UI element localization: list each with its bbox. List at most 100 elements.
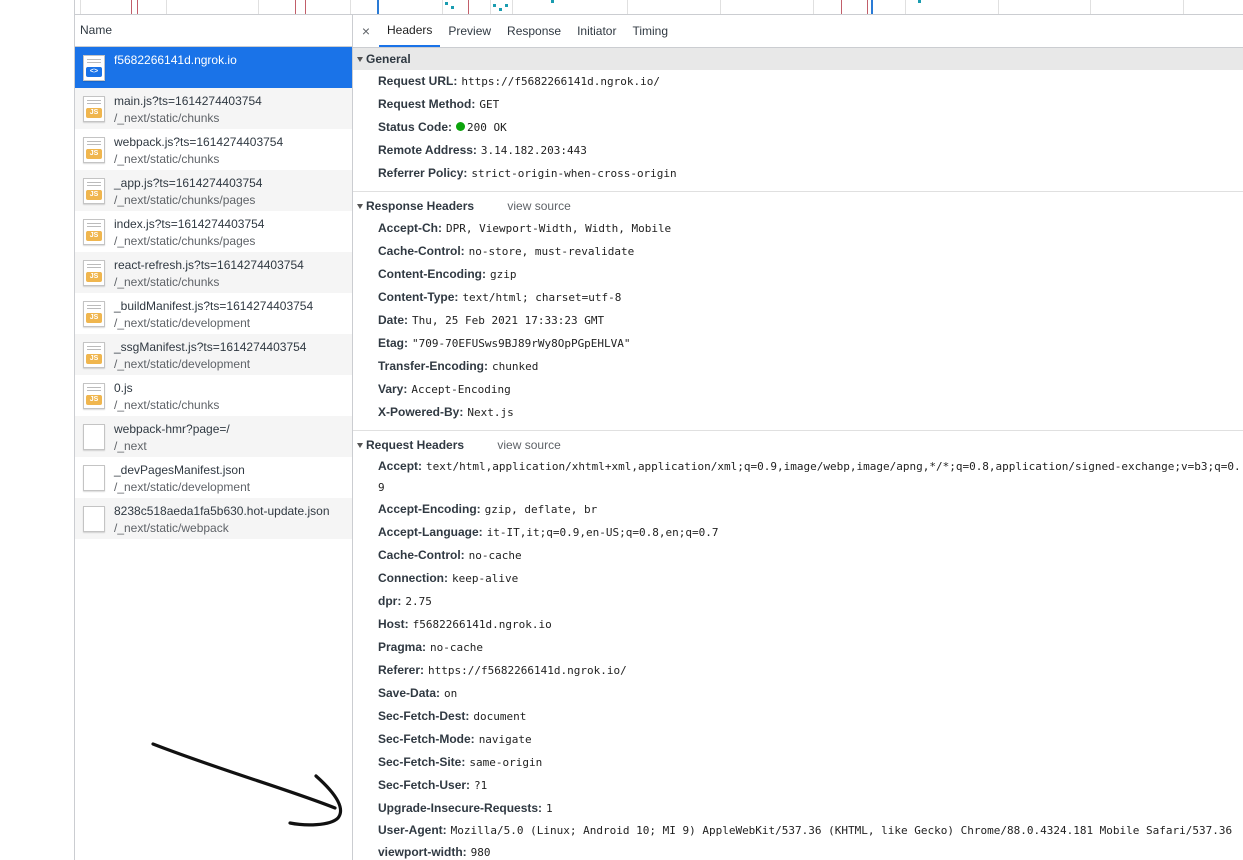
header-name: Connection: (378, 571, 448, 585)
section-title: General (366, 52, 411, 66)
request-name: f5682266141d.ngrok.io (114, 53, 237, 67)
request-row[interactable]: JS _buildManifest.js?ts=1614274403754 /_ne… (75, 293, 352, 334)
header-row: Date: Thu, 25 Feb 2021 17:33:23 GMT (353, 309, 1243, 332)
header-row: Accept-Ch: DPR, Viewport-Width, Width, Mo… (353, 217, 1243, 240)
header-value: on (444, 687, 458, 700)
header-name: Transfer-Encoding: (378, 359, 489, 373)
tab-timing[interactable]: Timing (624, 15, 676, 47)
header-name: Request URL: (378, 74, 458, 88)
file-icon (83, 465, 105, 491)
request-row[interactable]: <> f5682266141d.ngrok.io (75, 47, 352, 88)
header-name: Content-Encoding: (378, 267, 486, 281)
header-row: Accept: text/html,application/xhtml+xml,a… (353, 456, 1243, 498)
header-row: Cache-Control: no-store, must-revalidate (353, 240, 1243, 263)
timeline-overview[interactable] (75, 0, 1243, 15)
header-row: Sec-Fetch-User: ?1 (353, 774, 1243, 797)
header-row: Sec-Fetch-Site: same-origin (353, 751, 1243, 774)
status-dot-icon (456, 122, 466, 131)
request-row[interactable]: _devPagesManifest.json /_next/static/deve… (75, 457, 352, 498)
header-value: DPR, Viewport-Width, Width, Mobile (446, 222, 672, 235)
tab-preview[interactable]: Preview (440, 15, 499, 47)
tab-headers[interactable]: Headers (379, 15, 441, 47)
header-value: chunked (492, 360, 539, 373)
header-row: Cache-Control: no-cache (353, 544, 1243, 567)
header-value: Mozilla/5.0 (Linux; Android 10; MI 9) Ap… (450, 824, 1233, 837)
request-path: /_next/static/development (114, 480, 251, 494)
request-row[interactable]: JS _ssgManifest.js?ts=1614274403754 /_next… (75, 334, 352, 375)
request-path: /_next/static/development (114, 316, 251, 330)
header-value: 1 (546, 802, 553, 815)
header-row: Vary: Accept-Encoding (353, 378, 1243, 401)
header-name: Referrer Policy: (378, 166, 468, 180)
request-row[interactable]: JS index.js?ts=1614274403754 /_next/static… (75, 211, 352, 252)
request-row[interactable]: JS _app.js?ts=1614274403754 /_next/static/… (75, 170, 352, 211)
header-row: Status Code: 200 OK (353, 116, 1243, 139)
js-file-icon: JS (83, 219, 105, 245)
tab-response[interactable]: Response (499, 15, 569, 47)
file-icon (83, 424, 105, 450)
js-file-icon: JS (83, 137, 105, 163)
header-value: 200 OK (467, 121, 507, 134)
header-row: Request URL: https://f5682266141d.ngrok.i… (353, 70, 1243, 93)
header-value: Accept-Encoding (411, 383, 511, 396)
request-name: _buildManifest.js?ts=1614274403754 (114, 299, 314, 313)
header-row: Connection: keep-alive (353, 567, 1243, 590)
section-title: Request Headers (366, 438, 465, 452)
file-icon (83, 506, 105, 532)
header-row: Content-Type: text/html; charset=utf-8 (353, 286, 1243, 309)
header-name: Accept-Ch: (378, 221, 443, 235)
response-headers-section: Accept-Ch: DPR, Viewport-Width, Width, Mo… (353, 217, 1243, 431)
header-value: it-IT,it;q=0.9,en-US;q=0.8,en;q=0.7 (486, 526, 719, 539)
details-tabs: Headers Preview Response Initiator Timing (379, 15, 676, 47)
header-name: Accept: (378, 459, 423, 473)
request-headers-section-header[interactable]: Request Headers view source (353, 434, 1243, 456)
header-name: Etag: (378, 336, 408, 350)
request-name: react-refresh.js?ts=1614274403754 (114, 258, 304, 272)
tab-initiator[interactable]: Initiator (569, 15, 624, 47)
name-column-header[interactable]: Name (75, 15, 352, 47)
header-value: ?1 (474, 779, 488, 792)
request-path: /_next/static/chunks (114, 152, 220, 166)
request-path: /_next/static/chunks (114, 111, 220, 125)
request-row[interactable]: JS main.js?ts=1614274403754 /_next/static/… (75, 88, 352, 129)
section-title: Response Headers (366, 199, 475, 213)
header-value: document (473, 710, 527, 723)
header-name: Referer: (378, 663, 425, 677)
header-name: Status Code: (378, 120, 453, 134)
header-name: Pragma: (378, 640, 427, 654)
request-path: /_next/static/chunks/pages (114, 193, 256, 207)
response-headers-section-header[interactable]: Response Headers view source (353, 195, 1243, 217)
document-file-icon: <> (83, 55, 105, 81)
request-row[interactable]: webpack-hmr?page=/ /_next (75, 416, 352, 457)
header-row: dpr: 2.75 (353, 590, 1243, 613)
request-row[interactable]: JS webpack.js?ts=1614274403754 /_next/stat… (75, 129, 352, 170)
header-name: Accept-Language: (378, 525, 483, 539)
view-source-link[interactable]: view source (507, 199, 570, 213)
header-value: text/html; charset=utf-8 (462, 291, 622, 304)
header-row: Upgrade-Insecure-Requests: 1 (353, 797, 1243, 820)
general-section-header[interactable]: General (353, 48, 1243, 70)
header-row: X-Powered-By: Next.js (353, 401, 1243, 424)
header-row: Transfer-Encoding: chunked (353, 355, 1243, 378)
request-path: /_next/static/chunks (114, 275, 220, 289)
header-value: navigate (478, 733, 532, 746)
close-icon[interactable]: × (353, 15, 379, 47)
header-row: Pragma: no-cache (353, 636, 1243, 659)
header-name: Save-Data: (378, 686, 441, 700)
request-name: 0.js (114, 381, 133, 395)
header-value: f5682266141d.ngrok.io (412, 618, 552, 631)
header-row: Remote Address: 3.14.182.203:443 (353, 139, 1243, 162)
js-file-icon: JS (83, 96, 105, 122)
request-row[interactable]: JS 0.js /_next/static/chunks (75, 375, 352, 416)
request-name: _ssgManifest.js?ts=1614274403754 (114, 340, 307, 354)
request-path: /_next/static/chunks (114, 398, 220, 412)
header-value: no-store, must-revalidate (468, 245, 635, 258)
view-source-link[interactable]: view source (497, 438, 560, 452)
header-value: gzip (489, 268, 517, 281)
request-row[interactable]: 8238c518aeda1fa5b630.hot-update.json /_ne… (75, 498, 352, 539)
request-path: /_next (114, 439, 147, 453)
header-name: Host: (378, 617, 409, 631)
header-value: keep-alive (452, 572, 519, 585)
header-row: Sec-Fetch-Dest: document (353, 705, 1243, 728)
request-row[interactable]: JS react-refresh.js?ts=1614274403754 /_nex… (75, 252, 352, 293)
